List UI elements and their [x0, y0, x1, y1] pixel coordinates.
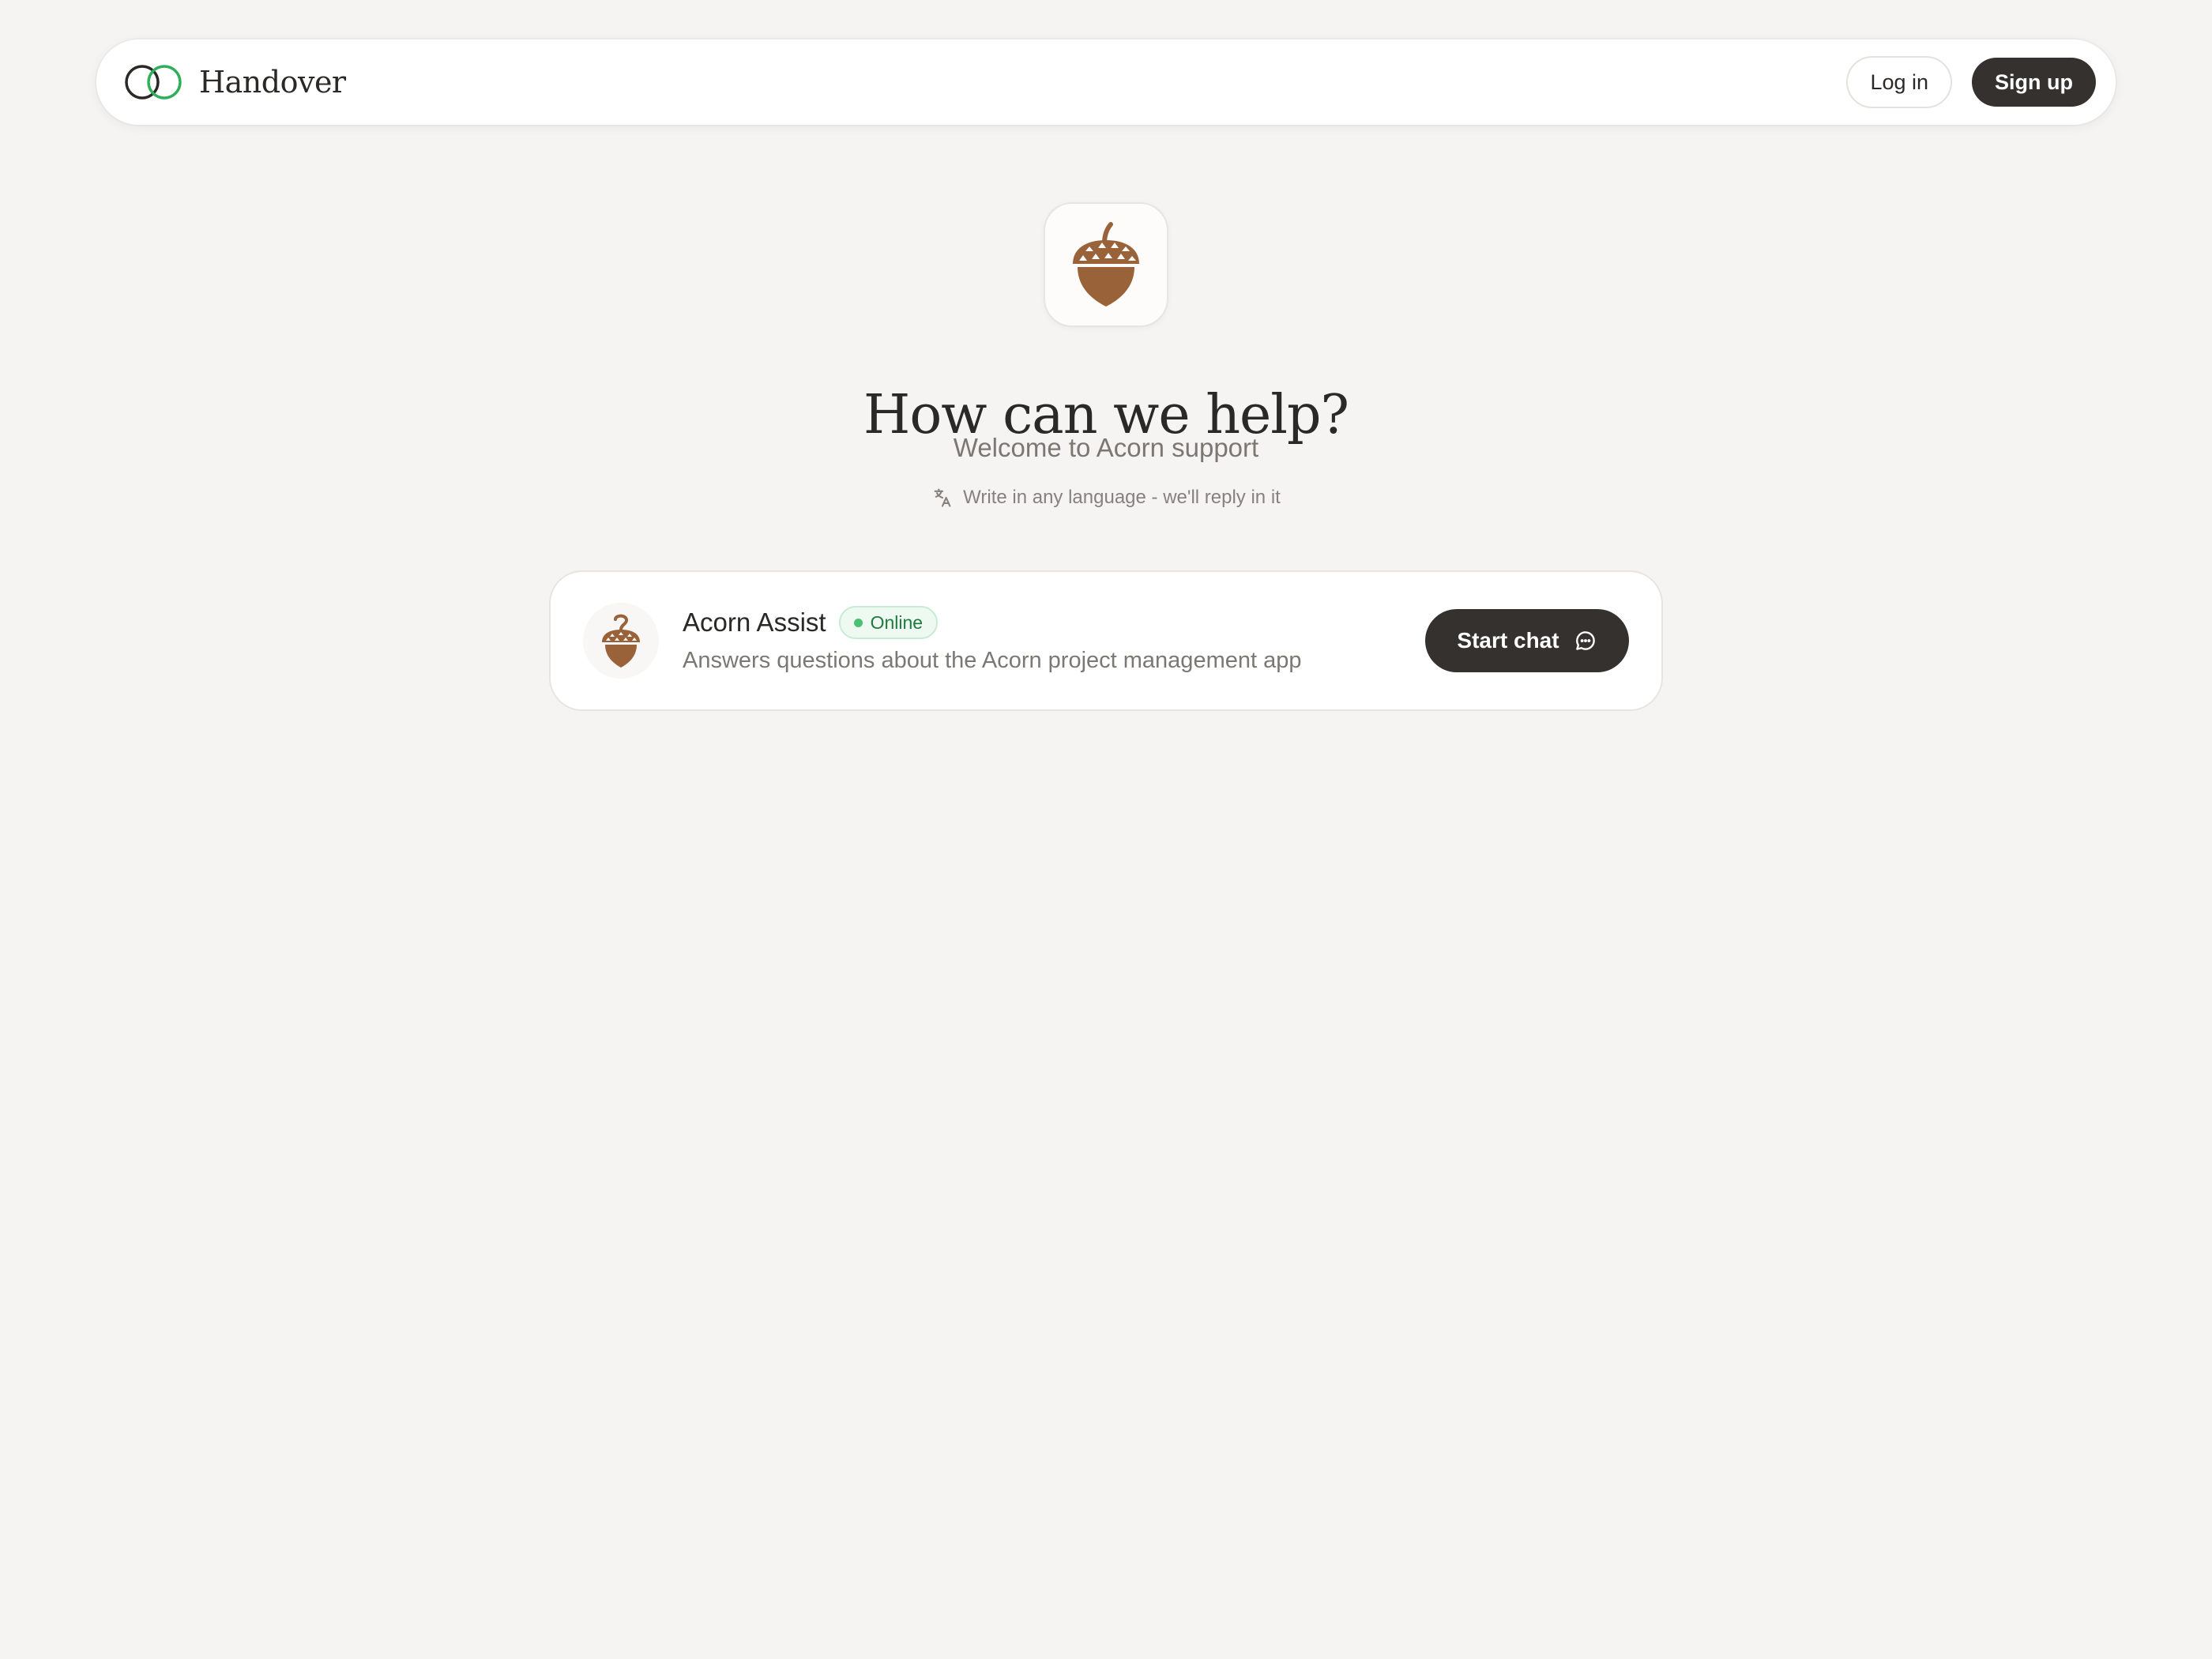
- acorn-question-icon: [602, 614, 640, 668]
- start-chat-button[interactable]: Start chat: [1425, 609, 1629, 672]
- chat-bubble-icon: [1574, 629, 1597, 653]
- assistant-description: Answers questions about the Acorn projec…: [683, 648, 1302, 673]
- top-navbar: Handover Log in Sign up: [96, 40, 2116, 125]
- language-hint-text: Write in any language - we'll reply in i…: [963, 487, 1281, 508]
- assistant-card: Acorn Assist Online Answers questions ab…: [549, 570, 1663, 711]
- signup-button[interactable]: Sign up: [1972, 58, 2096, 107]
- start-chat-label: Start chat: [1457, 628, 1559, 653]
- assistant-name-row: Acorn Assist Online: [683, 605, 1425, 640]
- assistant-name: Acorn Assist: [683, 608, 826, 637]
- status-label: Online: [870, 611, 924, 633]
- acorn-app-icon: [1044, 202, 1168, 327]
- nav-actions: Log in Sign up: [1846, 56, 2096, 108]
- login-button[interactable]: Log in: [1846, 56, 1953, 108]
- brand-name: Handover: [199, 65, 346, 100]
- assistant-info: Acorn Assist Online Answers questions ab…: [683, 605, 1425, 676]
- handover-logo-icon: [123, 62, 183, 102]
- translate-icon: [931, 487, 954, 509]
- status-badge: Online: [838, 606, 939, 639]
- assistant-avatar: [583, 603, 659, 679]
- acorn-icon: [1073, 222, 1139, 307]
- online-dot-icon: [853, 618, 863, 627]
- welcome-subtitle: Welcome to Acorn support: [953, 433, 1259, 462]
- brand[interactable]: Handover: [123, 62, 346, 102]
- language-hint: Write in any language - we'll reply in i…: [0, 483, 2212, 512]
